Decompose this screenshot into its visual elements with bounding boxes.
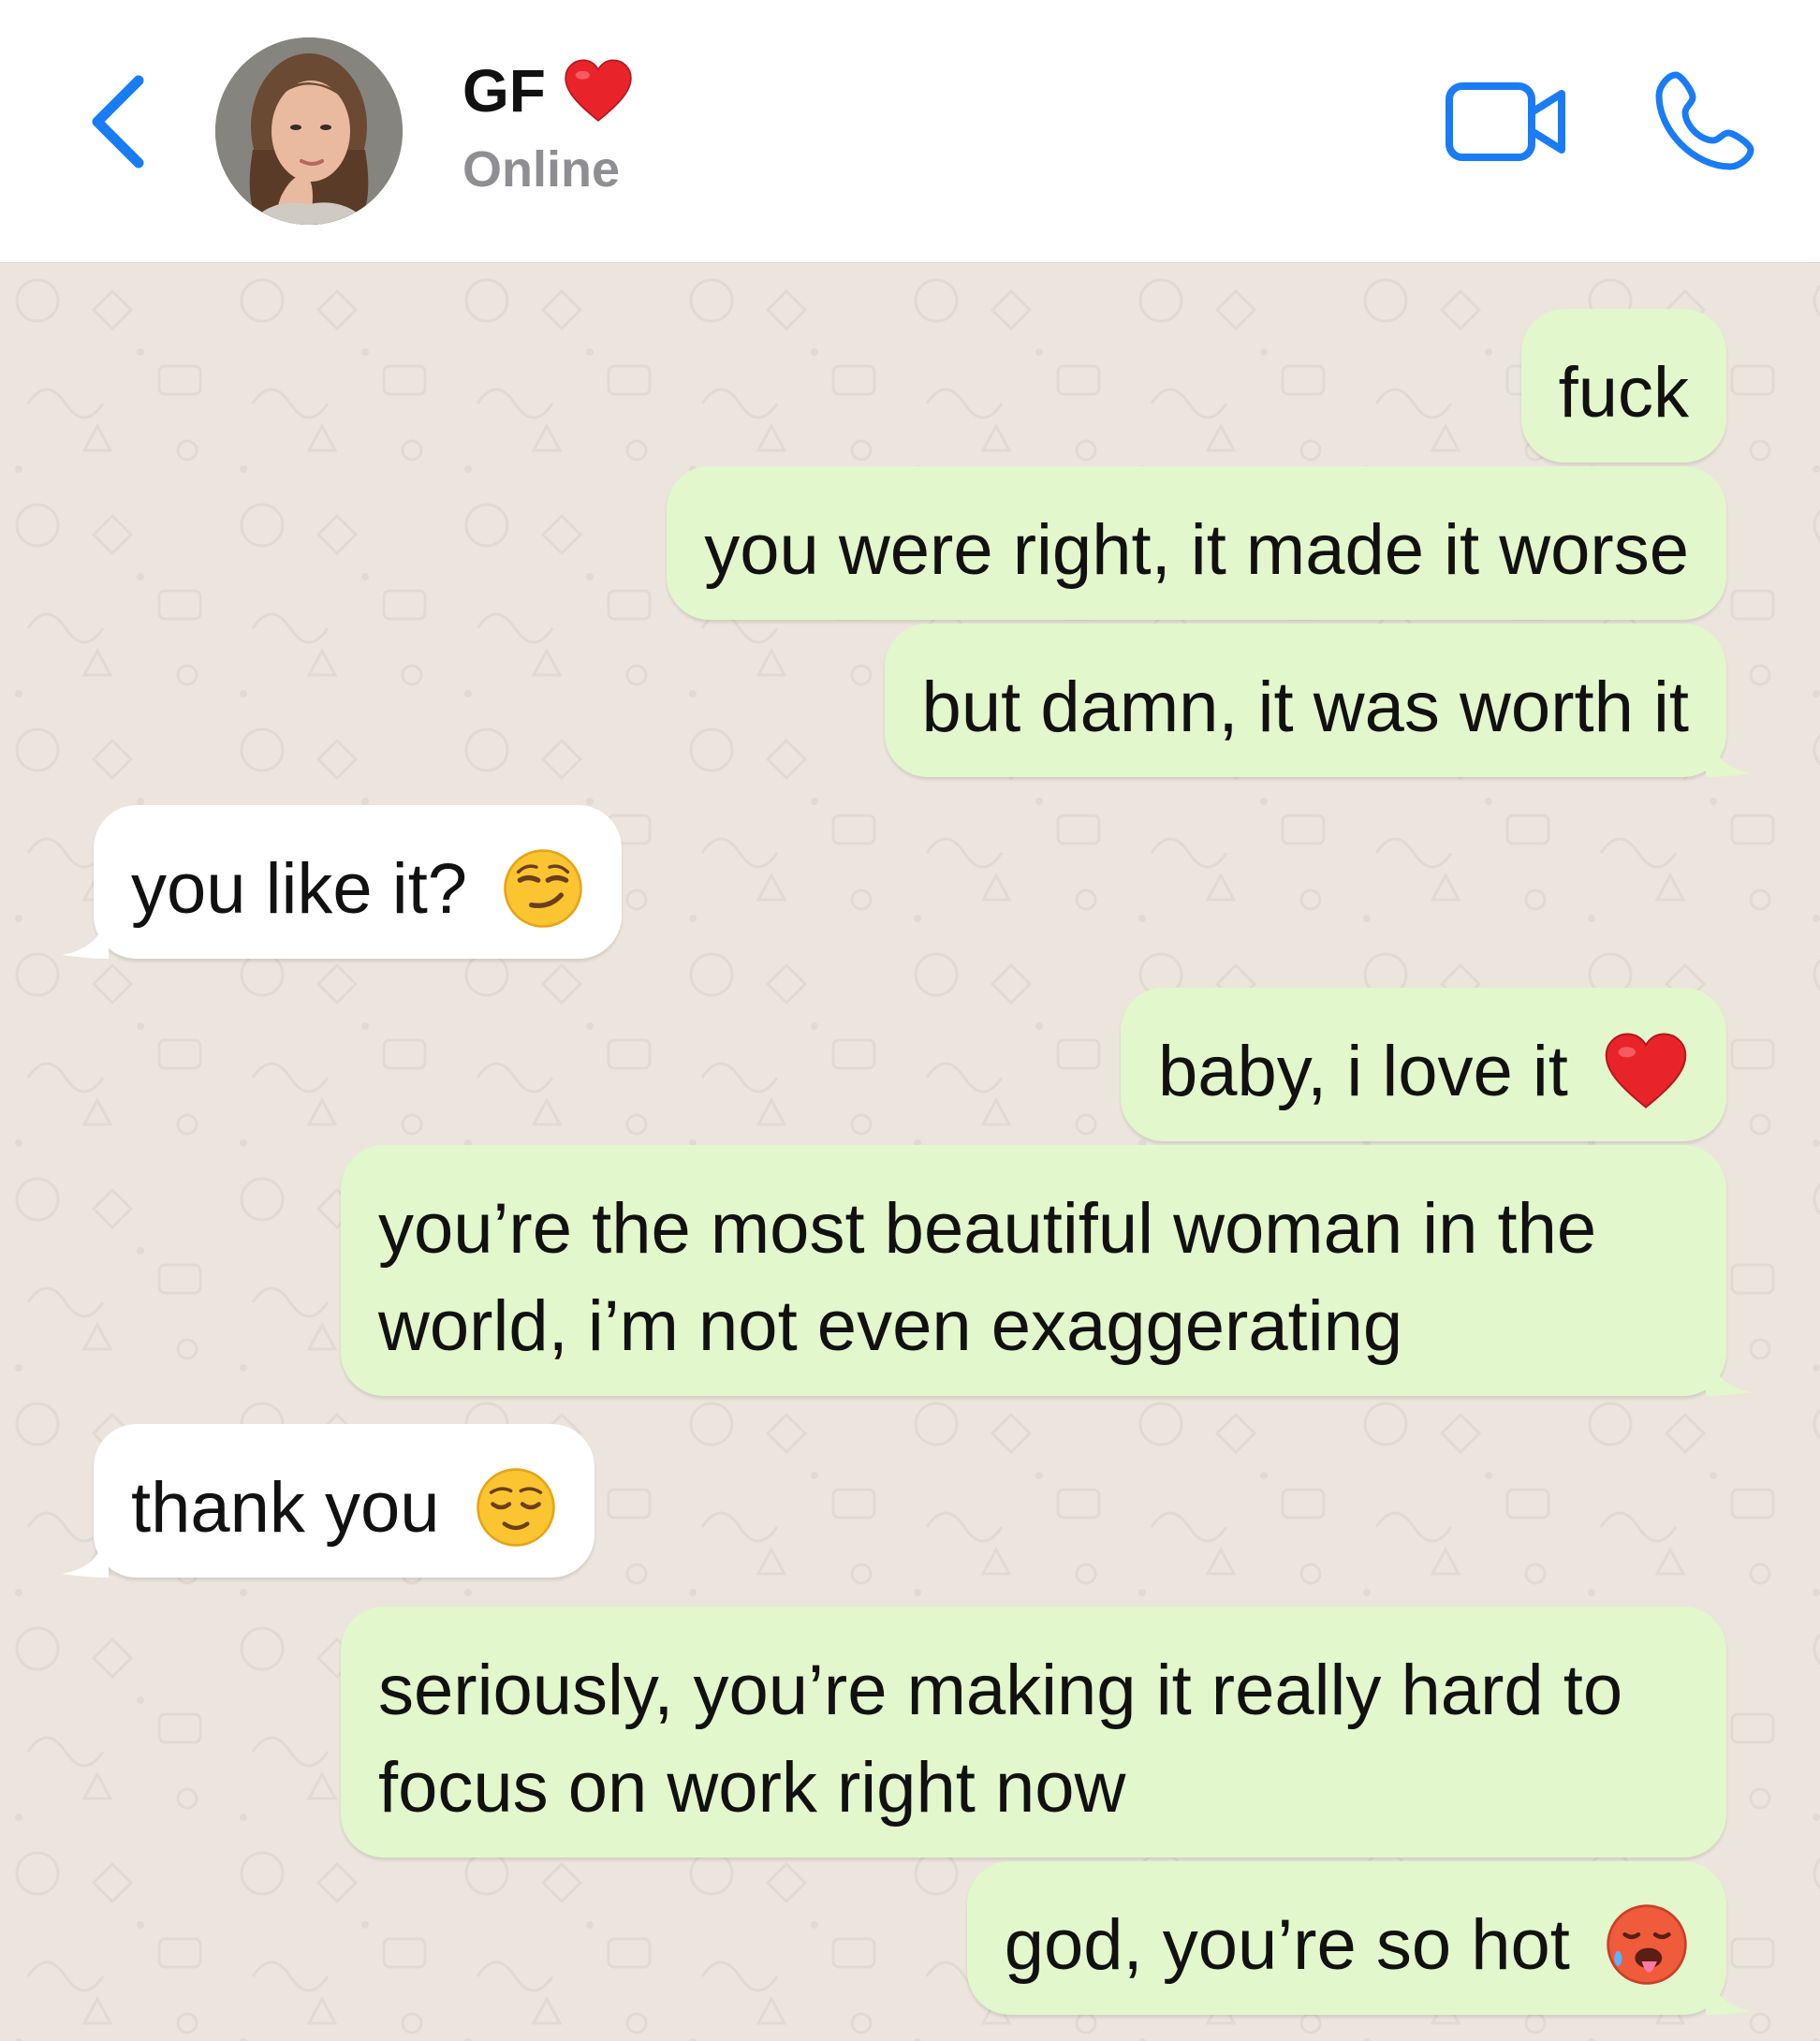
contact-photo (215, 37, 403, 225)
outgoing-message[interactable]: god, you’re so hot (966, 1861, 1753, 2015)
message-text: god, you’re so hot (1004, 1905, 1570, 1985)
message-text: seriously, you’re making it really hard … (378, 1651, 1643, 1828)
red-heart-icon (565, 59, 632, 122)
outgoing-message[interactable]: you’re the most beautiful woman in the w… (341, 1145, 1753, 1396)
outgoing-message[interactable]: seriously, you’re making it really hard … (341, 1607, 1726, 1857)
chat-screen: GF Online fuck you were right, it made i… (0, 0, 1820, 2041)
back-button[interactable] (84, 66, 159, 178)
relieved-face-icon (476, 1468, 555, 1547)
phone-icon (1655, 71, 1754, 170)
contact-name-text: GF (462, 57, 546, 125)
message-text: thank you (131, 1468, 440, 1548)
bubble-tail (1706, 1968, 1753, 2015)
message-text: but damn, it was worth it (921, 668, 1689, 747)
red-heart-icon (1605, 1033, 1687, 1109)
outgoing-message[interactable]: you were right, it made it worse (667, 466, 1726, 620)
contact-name[interactable]: GF (462, 58, 634, 124)
message-text: you were right, it made it worse (704, 510, 1689, 590)
incoming-message[interactable]: thank you (62, 1424, 594, 1578)
contact-status: Online (462, 141, 621, 198)
incoming-message[interactable]: you like it? (62, 805, 623, 959)
message-list[interactable]: fuck you were right, it made it worse bu… (0, 263, 1820, 2041)
hot-face-icon (1607, 1904, 1687, 1985)
bubble-tail (1706, 730, 1753, 777)
avatar[interactable] (215, 37, 403, 225)
message-text: fuck (1558, 353, 1689, 433)
chat-header: GF Online (0, 0, 1820, 263)
voice-call-button[interactable] (1648, 66, 1760, 178)
bubble-tail (62, 1531, 109, 1578)
video-call-button[interactable] (1442, 75, 1573, 169)
bubble-tail (62, 912, 109, 959)
outgoing-message[interactable]: baby, i love it (1120, 988, 1726, 1141)
chevron-left-icon (92, 75, 144, 169)
outgoing-message[interactable]: fuck (1520, 309, 1726, 463)
outgoing-message[interactable]: but damn, it was worth it (884, 624, 1753, 777)
bubble-tail (1706, 1349, 1753, 1396)
message-text: you’re the most beautiful woman in the w… (378, 1189, 1617, 1366)
message-text: baby, i love it (1157, 1032, 1568, 1111)
video-camera-icon (1446, 82, 1565, 161)
smirking-face-icon (504, 849, 583, 928)
message-text: you like it? (131, 849, 468, 929)
